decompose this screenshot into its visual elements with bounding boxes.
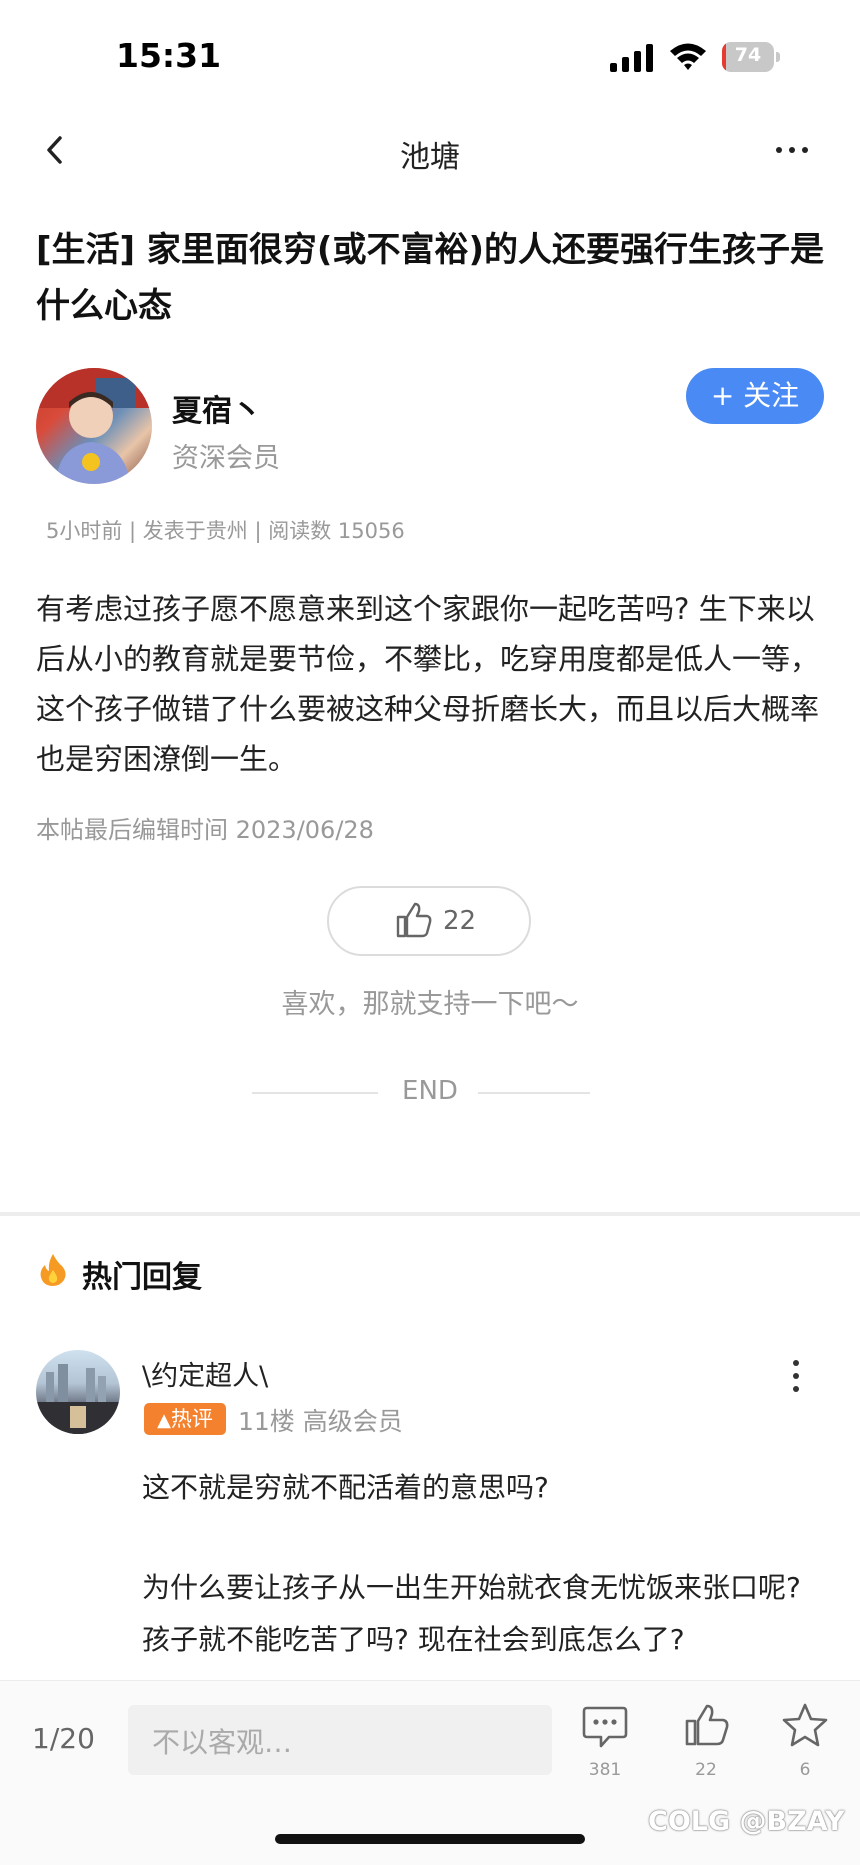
- reply-floor-info: 11楼 高级会员: [238, 1407, 403, 1436]
- post-body: 有考虑过孩子愿不愿意来到这个家跟你一起吃苦吗? 生下来以后从小的教育就是要节俭，…: [36, 592, 820, 776]
- status-time: 15:31: [116, 36, 222, 75]
- reply-input-placeholder: 不以客观…: [152, 1726, 293, 1759]
- reply-text-line1: 这不就是穷就不配活着的意思吗?: [142, 1471, 549, 1504]
- end-divider-right: [478, 1092, 590, 1094]
- end-label: END: [402, 1076, 458, 1106]
- thumb-up-icon: [396, 902, 432, 938]
- author-rank: 资深会员: [172, 443, 280, 474]
- page-indicator[interactable]: 1/20: [32, 1722, 95, 1755]
- reply-avatar[interactable]: [36, 1350, 120, 1434]
- battery-level: 74: [734, 44, 762, 66]
- comment-count: 381: [588, 1760, 622, 1780]
- battery-icon: 74: [722, 42, 782, 72]
- fire-icon: [40, 1254, 66, 1286]
- hot-comment-badge: ▲热评: [144, 1403, 226, 1435]
- cellular-signal-icon: [610, 44, 654, 72]
- post-meta: 5小时前 | 发表于贵州 | 阅读数 15056: [46, 519, 405, 543]
- reply-text-line2: 为什么要让孩子从一出生开始就衣食无忧饭来张口呢? 孩子就不能吃苦了吗? 现在社会…: [142, 1571, 801, 1656]
- follow-button[interactable]: + 关注: [686, 368, 824, 424]
- edit-time: 本帖最后编辑时间 2023/06/28: [36, 816, 374, 844]
- wifi-icon: [670, 43, 706, 70]
- bottom-like-count: 22: [695, 1760, 717, 1780]
- reply-author[interactable]: \约定超人\: [142, 1354, 268, 1393]
- more-icon[interactable]: [774, 136, 810, 162]
- page-title: 池塘: [400, 140, 460, 175]
- home-indicator[interactable]: [275, 1834, 585, 1844]
- support-text: 喜欢，那就支持一下吧～: [281, 989, 579, 1020]
- author-avatar[interactable]: [36, 368, 152, 484]
- star-icon[interactable]: [781, 1702, 829, 1748]
- author-name[interactable]: 夏宿丶: [172, 386, 262, 430]
- star-count: 6: [799, 1760, 811, 1780]
- reply-more-icon[interactable]: [790, 1358, 802, 1394]
- section-divider: [0, 1212, 860, 1216]
- hot-badge-fire-icon: ▲: [157, 1410, 171, 1431]
- post-title: [生活] 家里面很穷(或不富裕)的人还要强行生孩子是什么心态: [36, 230, 824, 326]
- hot-badge-label: 热评: [170, 1407, 213, 1431]
- like-bottom-icon[interactable]: [683, 1702, 731, 1748]
- watermark: COLG @BZAY: [648, 1806, 845, 1837]
- comment-icon[interactable]: [581, 1704, 629, 1750]
- like-count: 22: [443, 906, 477, 936]
- hot-replies-title: 热门回复: [82, 1260, 202, 1295]
